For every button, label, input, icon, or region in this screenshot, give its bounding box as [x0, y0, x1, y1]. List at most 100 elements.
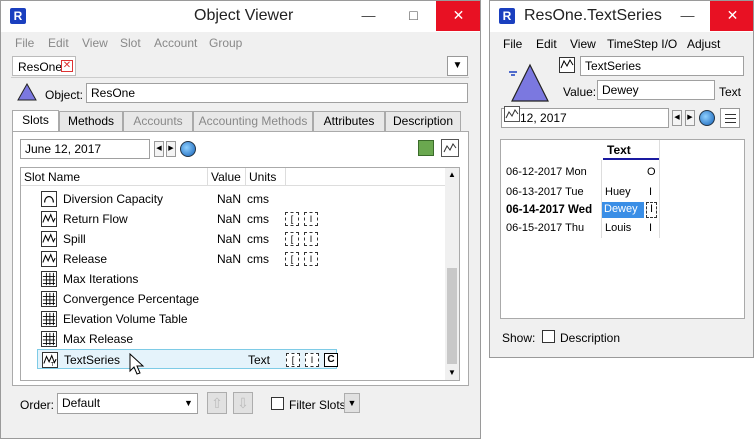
tab-accounts[interactable]: Accounts — [123, 111, 193, 131]
slot-row[interactable]: Return Flow NaN cms [ I — [21, 209, 441, 229]
column-value[interactable]: Value — [211, 170, 241, 184]
riverware-logo-icon: R — [10, 8, 26, 24]
description-checkbox[interactable] — [542, 330, 555, 343]
scrollbar-thumb[interactable] — [447, 268, 457, 364]
menu-account[interactable]: Account — [154, 36, 197, 50]
header-divider — [245, 168, 246, 186]
header-divider — [207, 168, 208, 186]
date-next-button[interactable]: ▶ — [166, 141, 176, 157]
menu-file[interactable]: File — [15, 36, 34, 50]
tab-accounting-methods[interactable]: Accounting Methods — [193, 111, 313, 131]
flag-icon: [ — [285, 252, 299, 266]
row-value[interactable]: Huey — [605, 186, 631, 198]
slot-name: Release — [63, 252, 108, 266]
list-view-icon[interactable] — [720, 108, 740, 128]
slot-row[interactable]: Max Iterations — [21, 269, 441, 289]
slot-row[interactable]: Release NaN cms [ I — [21, 249, 441, 269]
table-icon — [41, 331, 57, 347]
slot-name: Elevation Volume Table — [63, 312, 188, 326]
menu-slot[interactable]: Slot — [120, 36, 141, 50]
tab-attributes[interactable]: Attributes — [313, 111, 385, 131]
scroll-up-icon[interactable]: ▲ — [445, 168, 459, 182]
menu-bar: File Edit View TimeStep I/O Adjust — [490, 34, 753, 54]
window-title: ResOne.TextSeries — [524, 7, 662, 24]
globe-icon[interactable] — [180, 141, 196, 157]
chevron-down-icon[interactable]: ▼ — [184, 398, 193, 408]
filter-slots-label: Filter Slots — [289, 398, 346, 412]
text-series-icon: T — [42, 352, 58, 368]
close-tab-icon[interactable]: ✕ — [61, 60, 73, 72]
slot-value: NaN — [217, 192, 242, 206]
order-select[interactable]: Default — [57, 393, 198, 414]
series-row[interactable]: 06-15-2017 Thu Louis I — [501, 219, 659, 237]
tab-methods[interactable]: Methods — [59, 111, 123, 131]
date-prev-button[interactable]: ◀ — [672, 110, 682, 126]
menu-adjust[interactable]: Adjust — [687, 37, 720, 51]
window-title: Object Viewer — [194, 7, 294, 24]
slot-units: cms — [247, 252, 269, 266]
filter-dropdown-button[interactable]: ▼ — [344, 393, 360, 413]
open-object-tab[interactable]: ResOne ✕ — [12, 56, 76, 76]
filter-slots-checkbox[interactable] — [271, 397, 284, 410]
menu-edit[interactable]: Edit — [536, 37, 557, 51]
tab-description[interactable]: Description — [385, 111, 461, 131]
series-row[interactable]: 06-12-2017 Mon O — [501, 163, 659, 181]
series-row-selected[interactable]: 06-14-2017 Wed Dewey I — [501, 201, 659, 219]
slots-panel: June 12, 2017 ◀ ▶ Slot Name Value Units … — [12, 131, 469, 386]
maximize-icon[interactable]: □ — [391, 1, 436, 31]
slot-name-field[interactable]: TextSeries — [580, 56, 744, 76]
menu-view[interactable]: View — [570, 37, 596, 51]
slot-units: cms — [247, 232, 269, 246]
date-field[interactable]: June 12, 2017 — [20, 139, 150, 159]
minimize-icon[interactable]: — — [665, 1, 710, 31]
slot-row[interactable]: Convergence Percentage — [21, 289, 441, 309]
series-icon — [41, 231, 57, 247]
tab-list-dropdown[interactable]: ▼ — [447, 56, 468, 76]
flag-icon: I — [304, 212, 318, 226]
object-name-field[interactable]: ResOne — [86, 83, 468, 103]
slot-row[interactable]: Diversion Capacity NaN cms — [21, 189, 441, 209]
value-field[interactable]: Dewey — [597, 80, 715, 100]
globe-icon[interactable] — [699, 110, 715, 126]
row-value[interactable]: Dewey — [602, 202, 644, 218]
show-label: Show: — [502, 331, 536, 345]
column-units[interactable]: Units — [249, 170, 276, 184]
object-viewer-titlebar[interactable]: R Object Viewer — □ ✕ — [1, 1, 480, 32]
plot-icon[interactable] — [441, 139, 459, 157]
slot-row[interactable]: Max Release — [21, 329, 441, 349]
slot-row-selected[interactable]: T TextSeries Text [ I C — [37, 349, 338, 369]
menu-edit[interactable]: Edit — [48, 36, 69, 50]
slot-row[interactable]: Elevation Volume Table — [21, 309, 441, 329]
slot-list: Slot Name Value Units Diversion Capacity… — [20, 167, 460, 381]
date-prev-button[interactable]: ◀ — [154, 141, 164, 157]
minimize-icon[interactable]: — — [346, 1, 391, 31]
row-value[interactable]: Louis — [605, 222, 631, 234]
menu-file[interactable]: File — [503, 37, 522, 51]
plot-icon[interactable] — [504, 106, 520, 122]
table-icon — [41, 271, 57, 287]
move-down-button[interactable]: ⇩ — [233, 392, 253, 414]
tab-slots[interactable]: Slots — [12, 110, 59, 132]
flag-icon: I — [304, 252, 318, 266]
series-row[interactable]: 06-13-2017 Tue Huey I — [501, 183, 659, 201]
slot-units: cms — [247, 212, 269, 226]
series-table: Text 06-12-2017 Mon O 06-13-2017 Tue Hue… — [500, 139, 745, 319]
column-text[interactable]: Text — [607, 143, 631, 157]
column-slot-name[interactable]: Slot Name — [24, 170, 80, 184]
color-swatch-button[interactable] — [418, 140, 434, 156]
close-icon[interactable]: ✕ — [710, 1, 753, 31]
date-next-button[interactable]: ▶ — [685, 110, 695, 126]
menu-group[interactable]: Group — [209, 36, 242, 50]
slot-list-scrollbar[interactable]: ▲ ▼ — [445, 168, 459, 380]
row-flag: I — [649, 222, 653, 234]
scroll-down-icon[interactable]: ▼ — [445, 366, 459, 380]
text-series-titlebar[interactable]: R ResOne.TextSeries — ✕ — [490, 1, 753, 32]
slot-row[interactable]: Spill NaN cms [ I — [21, 229, 441, 249]
flag-icon: I — [304, 232, 318, 246]
move-up-button[interactable]: ⇧ — [207, 392, 227, 414]
flag-c-badge: C — [324, 353, 338, 367]
menu-view[interactable]: View — [82, 36, 108, 50]
close-icon[interactable]: ✕ — [436, 1, 480, 31]
menu-timestep-io[interactable]: TimeStep I/O — [607, 37, 677, 51]
date-field[interactable]: 12, 2017 — [501, 108, 669, 128]
